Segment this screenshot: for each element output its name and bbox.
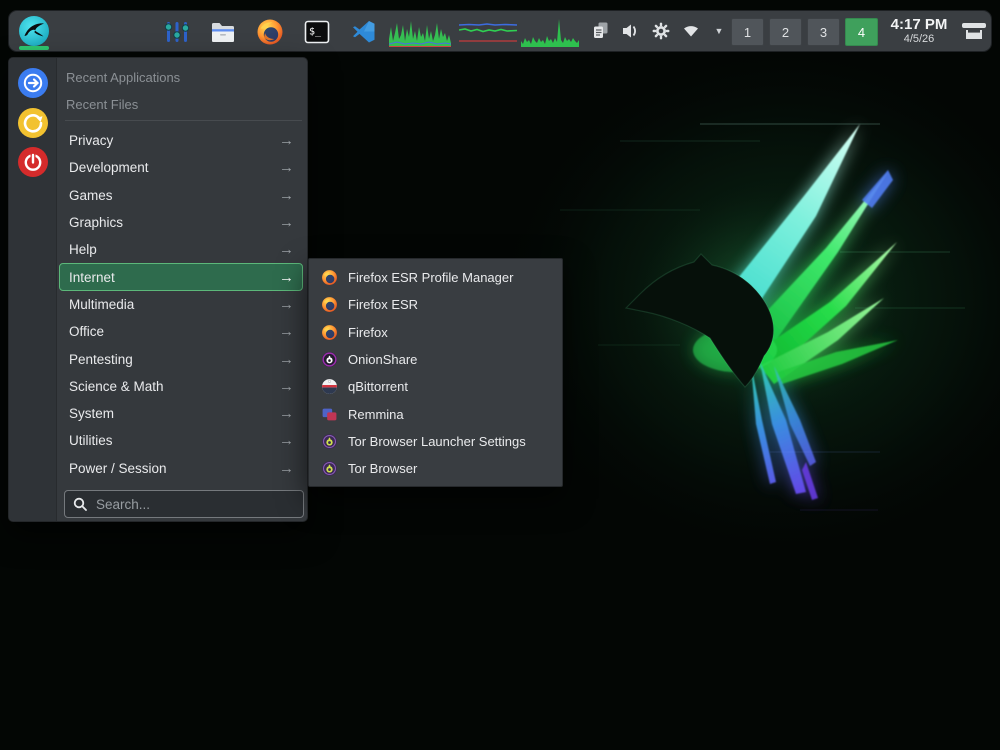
menu-category-office[interactable]: Office→ <box>59 318 303 345</box>
workspace-4-button[interactable]: 4 <box>845 18 878 46</box>
clipboard-manager-icon[interactable] <box>591 21 611 41</box>
submenu-item-qbittorrent[interactable]: qBittorrent <box>309 373 562 400</box>
arrow-right-icon: → <box>279 160 294 175</box>
submenu-item-onionshare[interactable]: OnionShare <box>309 346 562 373</box>
internet-submenu: Firefox ESR Profile Manager Firefox ESR … <box>308 258 563 487</box>
system-load-graph[interactable] <box>459 15 517 49</box>
submenu-item-firefox[interactable]: Firefox <box>309 319 562 346</box>
qbittorrent-icon <box>321 378 338 395</box>
whisker-menu: Recent Applications Recent Files Privacy… <box>8 57 308 522</box>
firefox-icon[interactable] <box>256 18 284 46</box>
panel-launchers: $_ <box>162 18 378 46</box>
workspace-switcher: 1 2 3 4 <box>731 18 878 46</box>
menu-category-science-math[interactable]: Science & Math→ <box>59 373 303 400</box>
active-launcher-indicator <box>19 46 49 50</box>
menu-category-internet[interactable]: Internet→ <box>59 263 303 290</box>
recent-applications-item[interactable]: Recent Applications <box>66 70 180 86</box>
arrow-right-icon: → <box>279 188 294 203</box>
session-column <box>9 58 57 521</box>
settings-gear-icon[interactable] <box>651 21 671 41</box>
menu-separator <box>65 120 302 121</box>
arrow-right-icon: → <box>279 215 294 230</box>
restart-button[interactable] <box>18 108 48 138</box>
show-desktop-button[interactable] <box>959 19 989 45</box>
workspace-1-button[interactable]: 1 <box>731 18 764 46</box>
file-manager-icon[interactable] <box>209 18 237 46</box>
clock-time: 4:17 PM <box>883 16 955 33</box>
menu-category-development[interactable]: Development→ <box>59 154 303 181</box>
shutdown-button[interactable] <box>18 147 48 177</box>
menu-category-multimedia[interactable]: Multimedia→ <box>59 291 303 318</box>
search-icon <box>73 497 87 511</box>
tor-browser-icon <box>321 433 338 450</box>
firefox-icon <box>321 296 338 313</box>
arrow-right-icon: → <box>279 133 294 148</box>
arrow-right-icon: → <box>279 379 294 394</box>
vscode-icon[interactable] <box>350 18 378 46</box>
clock[interactable]: 4:17 PM 4/5/26 <box>883 16 955 46</box>
audio-mixer-icon[interactable] <box>162 18 190 46</box>
arrow-right-icon: → <box>279 324 294 339</box>
volume-icon[interactable] <box>621 21 641 41</box>
onionshare-icon <box>321 351 338 368</box>
menu-category-graphics[interactable]: Graphics→ <box>59 209 303 236</box>
logout-button[interactable] <box>18 68 48 98</box>
recent-files-item[interactable]: Recent Files <box>66 97 138 113</box>
menu-category-utilities[interactable]: Utilities→ <box>59 427 303 454</box>
menu-category-pentesting[interactable]: Pentesting→ <box>59 345 303 372</box>
menu-category-games[interactable]: Games→ <box>59 182 303 209</box>
submenu-item-firefox-esr[interactable]: Firefox ESR <box>309 291 562 318</box>
submenu-item-firefox-esr-profile-manager[interactable]: Firefox ESR Profile Manager <box>309 264 562 291</box>
arrow-right-icon: → <box>279 242 294 257</box>
menu-category-system[interactable]: System→ <box>59 400 303 427</box>
search-box[interactable] <box>64 490 304 518</box>
search-input[interactable] <box>94 496 295 513</box>
tor-browser-icon <box>321 460 338 477</box>
top-panel: $_ <box>8 10 992 52</box>
submenu-item-tor-browser[interactable]: Tor Browser <box>309 455 562 482</box>
workspace-2-button[interactable]: 2 <box>769 18 802 46</box>
arrow-right-icon: → <box>279 406 294 421</box>
arrow-right-icon: → <box>279 461 294 476</box>
category-list: Privacy→ Development→ Games→ Graphics→ H… <box>59 127 303 482</box>
tray-expand-icon[interactable]: ▼ <box>713 26 725 36</box>
menu-category-power-session[interactable]: Power / Session→ <box>59 455 303 482</box>
menu-category-privacy[interactable]: Privacy→ <box>59 127 303 154</box>
arrow-right-icon: → <box>279 297 294 312</box>
firefox-icon <box>321 324 338 341</box>
workspace-3-button[interactable]: 3 <box>807 18 840 46</box>
svg-text:$_: $_ <box>309 27 322 38</box>
kali-logo-icon <box>18 15 50 47</box>
arrow-right-icon: → <box>279 433 294 448</box>
terminal-icon[interactable]: $_ <box>303 18 331 46</box>
menu-category-help[interactable]: Help→ <box>59 236 303 263</box>
arrow-right-icon: → <box>279 270 294 285</box>
clock-date: 4/5/26 <box>883 33 955 46</box>
network-graph[interactable] <box>521 15 579 49</box>
firefox-icon <box>321 269 338 286</box>
submenu-item-tor-browser-launcher-settings[interactable]: Tor Browser Launcher Settings <box>309 428 562 455</box>
submenu-item-remmina[interactable]: Remmina <box>309 400 562 427</box>
cpu-graph[interactable] <box>389 15 451 49</box>
remmina-icon <box>321 406 338 423</box>
arrow-right-icon: → <box>279 352 294 367</box>
wifi-icon[interactable] <box>681 21 701 41</box>
system-tray: ▼ <box>591 21 725 41</box>
